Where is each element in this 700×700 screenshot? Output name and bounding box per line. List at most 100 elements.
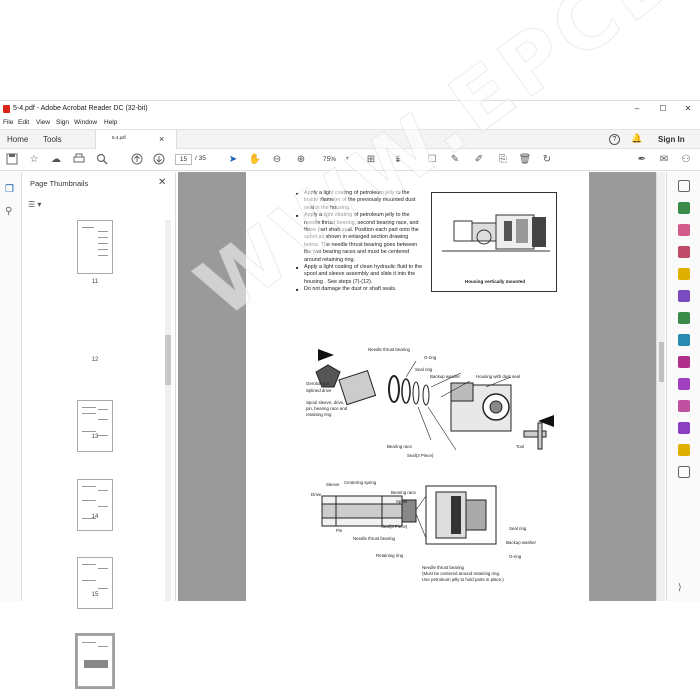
label-tool: Tool <box>516 444 525 449</box>
menu-help[interactable]: Help <box>104 119 117 126</box>
menu-edit[interactable]: Edit <box>18 119 29 126</box>
attachments-icon[interactable]: ⚲ <box>5 206 12 217</box>
label-oring: O-ring <box>509 554 522 559</box>
delete-icon[interactable]: 🗑 <box>518 153 532 167</box>
note-line-1: Needle thrust bearing <box>422 565 464 570</box>
send-for-comments-icon[interactable] <box>678 444 690 456</box>
edit-pdf-icon[interactable] <box>678 422 690 434</box>
more-tools-icon[interactable] <box>678 466 690 478</box>
tab-bar: Home Tools 5-4.pdf × ? 🔔 Sign In <box>0 129 700 149</box>
zoom-select[interactable]: 75% ▼ <box>318 154 352 165</box>
label-pin: Pin <box>336 528 343 533</box>
label-pin-bearing: pin, bearing race and <box>306 406 348 411</box>
expand-panel-icon[interactable]: ⟩ <box>678 582 682 593</box>
menu-window[interactable]: Window <box>74 119 97 126</box>
maximize-button[interactable]: ☐ <box>652 103 674 115</box>
comment-icon[interactable]: ☐ <box>425 153 439 167</box>
label-centering-spring: Centering spring <box>344 480 377 485</box>
menu-file[interactable]: File <box>3 119 13 126</box>
zoom-in-icon[interactable]: ⊕ <box>294 153 308 167</box>
chevron-down-icon: ▼ <box>345 156 350 162</box>
highlight-pen-icon[interactable]: ✎ <box>448 153 462 167</box>
notifications-icon[interactable]: 🔔 <box>631 133 642 144</box>
label-seal-3piece: Seal(3 Piece) <box>381 524 408 529</box>
document-scrollbar[interactable] <box>656 172 665 601</box>
tab-tools[interactable]: Tools <box>43 135 62 144</box>
hand-tool-icon[interactable]: ✋ <box>248 153 262 167</box>
thumbnail-label: 11 <box>91 279 99 285</box>
thumbnail-page-14[interactable] <box>77 557 113 609</box>
minimize-button[interactable]: – <box>626 103 648 115</box>
thumbnail-page-11[interactable] <box>77 220 113 274</box>
thumbnail-options-icon[interactable]: ☰ ▾ <box>28 200 41 209</box>
upload-cloud-icon[interactable]: ☁ <box>49 153 63 167</box>
menu-bar: File Edit View Sign Window Help <box>0 118 700 129</box>
page-number-input[interactable]: 15 <box>175 154 192 165</box>
tab-document[interactable]: 5-4.pdf × <box>95 130 177 149</box>
draw-icon[interactable]: ✐ <box>472 153 486 167</box>
create-pdf-icon[interactable] <box>678 224 690 236</box>
label-spool-sleeve: Spool sleeve, drive, <box>306 400 345 405</box>
request-signatures-icon[interactable] <box>678 378 690 390</box>
fit-page-icon[interactable]: ⊞ <box>364 153 378 167</box>
instruction-item: Do not damage the dust or shaft seals. <box>296 286 424 294</box>
edit-sign-icon[interactable]: ✒ <box>635 153 649 167</box>
scrollbar-thumb[interactable] <box>659 342 664 382</box>
label-needle-thrust-bearing: Needle thrust bearing <box>368 347 410 352</box>
stamp-icon[interactable]: ⎘ <box>496 153 510 167</box>
save-icon[interactable] <box>5 153 19 167</box>
right-tools-rail: ⟩ <box>666 172 700 601</box>
thumbnail-page-15[interactable] <box>75 633 115 689</box>
prev-page-icon[interactable] <box>130 153 144 167</box>
close-window-button[interactable]: ✕ <box>677 103 699 115</box>
label-gerotor-star: Gerotor star <box>306 381 330 386</box>
instruction-item: Apply a light coating of petroleum jelly… <box>296 212 424 264</box>
scroll-mode-icon[interactable]: ⇟ <box>391 153 405 167</box>
tab-home[interactable]: Home <box>7 135 28 144</box>
thumbnail-page-13[interactable] <box>77 479 113 531</box>
rotate-icon[interactable]: ↻ <box>540 153 554 167</box>
zoom-out-icon[interactable]: ⊖ <box>270 153 284 167</box>
email-icon[interactable]: ✉ <box>657 153 671 167</box>
label-seal-ring: Seal ring <box>415 367 433 372</box>
fill-sign-icon[interactable] <box>678 356 690 368</box>
thumbnail-label: 14 <box>91 514 99 520</box>
scan-ocr-icon[interactable] <box>678 312 690 324</box>
instruction-list: Apply a light coating of petroleum jelly… <box>296 190 424 294</box>
combine-files-icon[interactable] <box>678 246 690 258</box>
bookmark-star-icon[interactable]: ☆ <box>27 153 41 167</box>
thumbnail-page-12[interactable] <box>77 400 113 452</box>
document-view: Apply a light coating of petroleum jelly… <box>178 172 656 601</box>
label-splined-drive: Splined drive <box>306 388 332 393</box>
label-drive: Drive <box>311 492 322 497</box>
help-icon[interactable]: ? <box>609 134 620 145</box>
search-icon[interactable] <box>95 153 109 167</box>
page-thumbnails-icon[interactable]: ❐ <box>5 184 14 195</box>
acrobat-app-icon <box>3 105 10 113</box>
select-cursor-icon[interactable]: ➤ <box>226 153 240 167</box>
menu-view[interactable]: View <box>36 119 50 126</box>
scrollbar-thumb[interactable] <box>165 335 171 385</box>
thumbnails-scrollbar[interactable] <box>165 220 171 601</box>
protect-icon[interactable] <box>678 400 690 412</box>
search-tool-icon[interactable] <box>678 180 690 192</box>
thumbnail-label: 13 <box>91 434 99 440</box>
export-pdf-icon[interactable] <box>678 202 690 214</box>
note-line-2: (Must be centered around retaining ring. <box>422 571 501 576</box>
label-bearing-race: Bearing race <box>387 444 412 449</box>
close-panel-icon[interactable]: ✕ <box>158 177 166 188</box>
organize-pages-icon[interactable] <box>678 290 690 302</box>
thumbnail-label: 15 <box>91 592 99 598</box>
share-icon[interactable]: ⚇ <box>679 153 693 167</box>
sign-in-button[interactable]: Sign In <box>658 135 685 144</box>
next-page-icon[interactable] <box>152 153 166 167</box>
note-line-3: Use petroleum jelly to hold parts in pla… <box>422 577 504 582</box>
panel-title: Page Thumbnails <box>30 179 89 188</box>
label-bearing-race: Bearing race <box>391 490 416 495</box>
close-tab-icon[interactable]: × <box>159 134 164 144</box>
menu-sign[interactable]: Sign <box>56 119 69 126</box>
toolbar: ☆ ☁ 15 / 35 ➤ ✋ ⊖ ⊕ 75% ▼ ⊞ ⇟ ☐ ✎ ✐ ⎘ 🗑 ↻… <box>0 149 700 171</box>
comment-tool-icon[interactable] <box>678 268 690 280</box>
print-icon[interactable] <box>72 153 86 167</box>
enhance-scans-icon[interactable] <box>678 334 690 346</box>
